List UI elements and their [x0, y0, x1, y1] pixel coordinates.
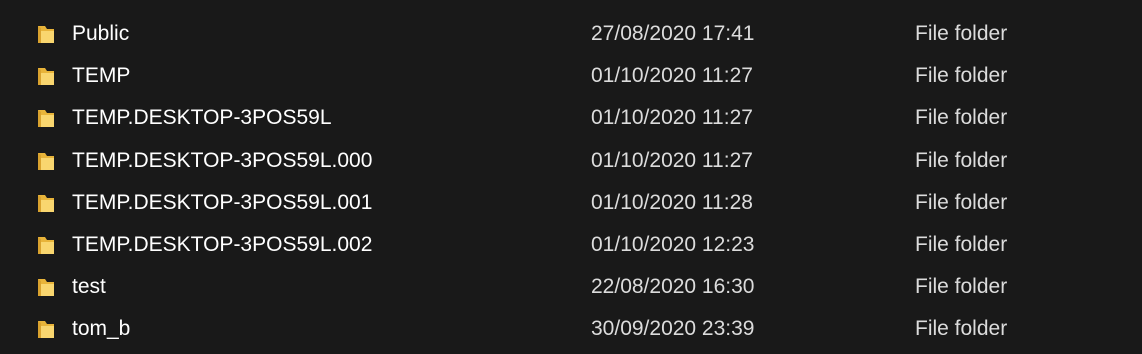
file-type: File folder: [915, 190, 1008, 214]
file-name: Public: [72, 22, 130, 45]
file-name: TEMP.DESKTOP-3POS59L.000: [72, 148, 373, 172]
file-name: test: [72, 275, 106, 299]
file-date-modified: 01/10/2020 11:28: [591, 190, 753, 214]
file-date-modified: 22/08/2020 16:30: [591, 275, 755, 299]
file-date-modified: 01/10/2020 12:23: [591, 232, 755, 256]
folder-icon: [36, 106, 56, 130]
file-name: TEMP.DESKTOP-3POS59L.001: [72, 190, 373, 214]
file-list: Public 27/08/2020 17:41 File folder TEMP…: [0, 13, 1142, 351]
file-row[interactable]: TEMP.DESKTOP-3POS59L.000 01/10/2020 11:2…: [0, 140, 1142, 182]
file-name: TEMP.DESKTOP-3POS59L.002: [72, 232, 373, 256]
file-row[interactable]: TEMP 01/10/2020 11:27 File folder: [0, 55, 1142, 97]
file-row[interactable]: TEMP.DESKTOP-3POS59L.001 01/10/2020 11:2…: [0, 182, 1142, 224]
file-name: TEMP.DESKTOP-3POS59L: [72, 106, 332, 130]
file-date-modified: 01/10/2020 11:27: [591, 106, 753, 130]
file-row[interactable]: tom_b 30/09/2020 23:39 File folder: [0, 308, 1142, 350]
file-type: File folder: [915, 22, 1008, 45]
file-date-modified: 27/08/2020 17:41: [591, 22, 755, 45]
file-name: TEMP: [72, 64, 131, 88]
folder-icon: [36, 191, 56, 215]
folder-icon: [36, 149, 56, 173]
folder-icon: [36, 317, 56, 341]
file-type: File folder: [915, 317, 1008, 341]
file-type: File folder: [915, 64, 1008, 88]
folder-icon: [36, 22, 56, 46]
file-type: File folder: [915, 275, 1008, 299]
folder-icon: [36, 233, 56, 257]
file-name: tom_b: [72, 317, 131, 341]
file-row[interactable]: test 22/08/2020 16:30 File folder: [0, 266, 1142, 308]
file-type: File folder: [915, 106, 1008, 130]
folder-icon: [36, 275, 56, 299]
file-type: File folder: [915, 232, 1008, 256]
folder-icon: [36, 64, 56, 88]
file-date-modified: 01/10/2020 11:27: [591, 148, 753, 172]
file-type: File folder: [915, 148, 1008, 172]
file-row[interactable]: Public 27/08/2020 17:41 File folder: [0, 13, 1142, 55]
file-date-modified: 01/10/2020 11:27: [591, 64, 753, 88]
file-date-modified: 30/09/2020 23:39: [591, 317, 755, 341]
file-row[interactable]: TEMP.DESKTOP-3POS59L 01/10/2020 11:27 Fi…: [0, 97, 1142, 139]
file-row[interactable]: TEMP.DESKTOP-3POS59L.002 01/10/2020 12:2…: [0, 224, 1142, 266]
